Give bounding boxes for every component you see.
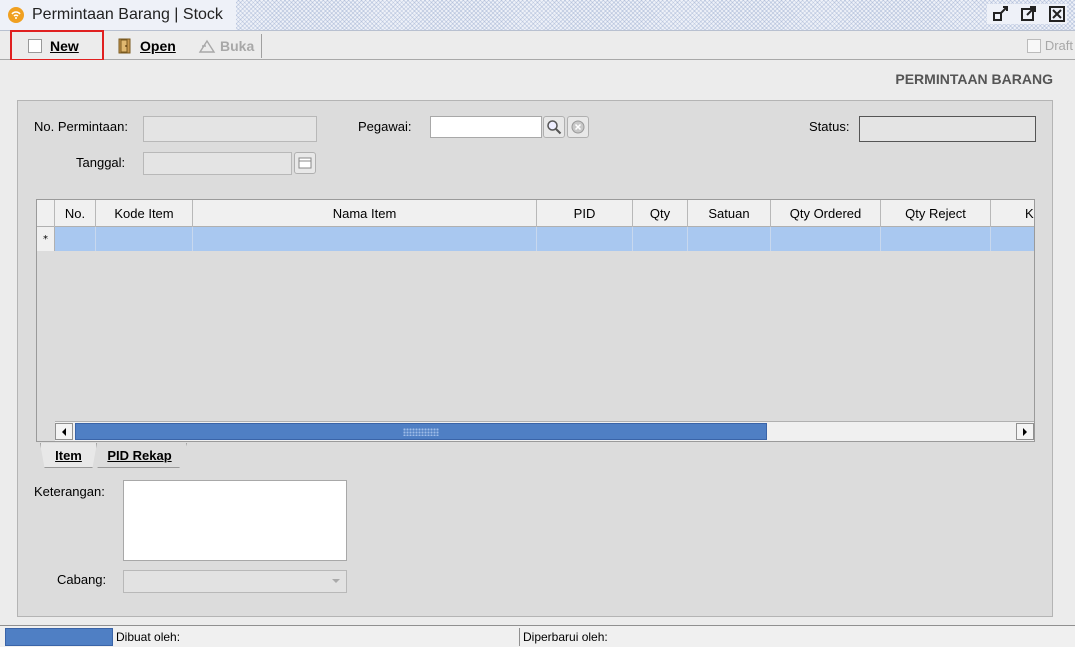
tab-item-label: Item — [55, 447, 82, 463]
title-area: Permintaan Barang | Stock — [0, 0, 236, 30]
new-label: New — [50, 37, 79, 54]
scroll-thumb[interactable] — [75, 423, 767, 440]
restore-icon[interactable] — [991, 4, 1011, 24]
diperbarui-oleh-label: Diperbarui oleh: — [523, 630, 608, 644]
cell-kode-item[interactable] — [96, 227, 193, 251]
col-qty-ordered[interactable]: Qty Ordered — [771, 200, 881, 227]
pegawai-input[interactable] — [430, 116, 542, 138]
cabang-label: Cabang: — [57, 572, 107, 587]
tanggal-label: Tanggal: — [76, 155, 126, 170]
grid-corner — [37, 200, 55, 227]
buka-label: Buka — [220, 37, 255, 54]
no-permintaan-field[interactable] — [143, 116, 317, 142]
tab-pid-rekap[interactable]: PID Rekap — [92, 443, 187, 468]
new-button[interactable]: New — [10, 30, 104, 61]
status-bar: Dibuat oleh: Diperbarui oleh: — [0, 625, 1075, 647]
status-label: Status: — [809, 119, 850, 134]
toolbar-separator — [261, 34, 262, 58]
cell-satuan[interactable] — [688, 227, 771, 251]
cell-no[interactable] — [55, 227, 96, 251]
new-page-icon — [28, 38, 42, 53]
window-controls — [987, 4, 1067, 24]
tab-pid-rekap-label: PID Rekap — [107, 447, 172, 463]
table-row[interactable] — [55, 227, 1034, 251]
status-divider — [519, 628, 520, 646]
tanggal-field[interactable] — [143, 152, 292, 175]
col-kode-item[interactable]: Kode Item — [96, 200, 193, 227]
rss-app-icon — [8, 7, 24, 23]
title-bar: Permintaan Barang | Stock — [0, 0, 1075, 31]
toolbar: New Open Buka Draft — [0, 30, 1075, 61]
col-satuan[interactable]: Satuan — [688, 200, 771, 227]
col-nama-item[interactable]: Nama Item — [193, 200, 537, 227]
scroll-left-icon[interactable] — [55, 423, 73, 440]
cabang-select[interactable] — [123, 570, 347, 593]
window-title: Permintaan Barang | Stock — [32, 6, 223, 23]
maximize-icon[interactable] — [1019, 4, 1039, 24]
grip-icon — [403, 427, 439, 436]
cell-qty-reject[interactable] — [881, 227, 991, 251]
cell-qty[interactable] — [633, 227, 688, 251]
status-progress-block — [5, 628, 113, 646]
col-pid[interactable]: PID — [537, 200, 633, 227]
keterangan-textarea[interactable] — [123, 480, 347, 561]
buka-button[interactable]: Buka — [198, 31, 254, 60]
col-qty[interactable]: Qty — [633, 200, 688, 227]
dibuat-oleh-label: Dibuat oleh: — [116, 630, 181, 644]
keterangan-label: Keterangan: — [34, 484, 105, 499]
pegawai-label: Pegawai: — [358, 119, 412, 134]
unlock-icon — [198, 38, 216, 54]
clear-icon[interactable] — [567, 116, 589, 138]
open-button[interactable]: Open — [116, 31, 176, 60]
magnifier-icon[interactable] — [543, 116, 565, 138]
open-label: Open — [140, 37, 176, 54]
draft-check-box[interactable] — [1026, 38, 1041, 53]
cell-nama-item[interactable] — [193, 227, 537, 251]
col-qty-reject[interactable]: Qty Reject — [881, 200, 991, 227]
draft-label: Draft — [1044, 38, 1073, 53]
row-marker: * — [37, 227, 55, 251]
col-k[interactable]: K — [991, 200, 1034, 227]
close-icon[interactable] — [1047, 4, 1067, 24]
form-header: PERMINTAAN BARANG — [895, 71, 1053, 87]
scroll-right-icon[interactable] — [1016, 423, 1034, 440]
horizontal-scrollbar[interactable] — [55, 421, 1034, 441]
col-no[interactable]: No. — [55, 200, 96, 227]
status-field — [859, 116, 1036, 142]
calendar-icon[interactable] — [294, 152, 316, 174]
tab-item[interactable]: Item — [40, 443, 97, 468]
no-permintaan-label: No. Permintaan: — [34, 119, 128, 134]
grid-header: No. Kode Item Nama Item PID Qty Satuan Q… — [37, 200, 1034, 227]
chevron-down-icon — [331, 578, 341, 584]
door-icon — [116, 37, 134, 55]
cell-qty-ordered[interactable] — [771, 227, 881, 251]
cell-pid[interactable] — [537, 227, 633, 251]
items-grid[interactable]: No. Kode Item Nama Item PID Qty Satuan Q… — [36, 199, 1035, 442]
draft-checkbox[interactable]: Draft — [1026, 31, 1073, 60]
